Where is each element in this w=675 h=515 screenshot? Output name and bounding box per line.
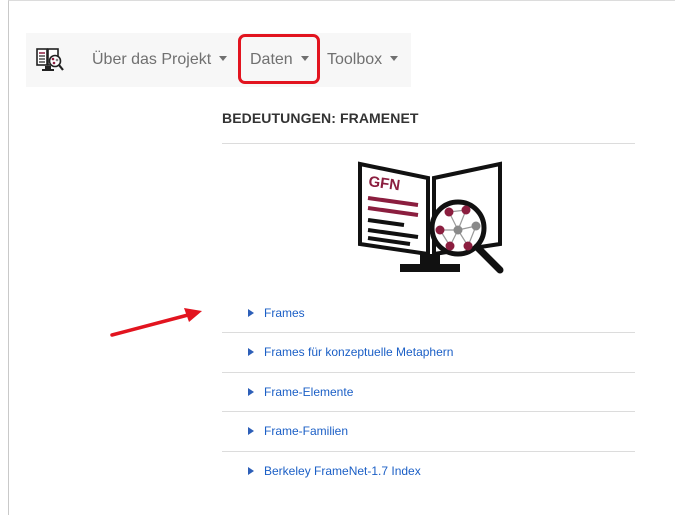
chevron-down-icon	[219, 56, 228, 61]
list-link-frames-metaphern[interactable]: Frames für konzeptuelle Metaphern	[264, 345, 453, 359]
caret-right-icon	[248, 348, 254, 356]
annotation-arrow-icon	[110, 308, 202, 337]
list-link-frames[interactable]: Frames	[264, 306, 305, 320]
list-link-frame-familien[interactable]: Frame-Familien	[264, 424, 348, 438]
list-link-frame-elemente[interactable]: Frame-Elemente	[264, 385, 353, 399]
highlight-annotation-box	[238, 34, 320, 84]
list-link-berkeley-index[interactable]: Berkeley FrameNet-1.7 Index	[264, 464, 421, 478]
caret-right-icon	[248, 467, 254, 475]
nav-item-ueber-das-projekt[interactable]: Über das Projekt	[92, 50, 228, 70]
divider	[222, 143, 635, 144]
navbar: Über das Projekt Daten Toolbox	[26, 33, 411, 87]
caret-right-icon	[248, 309, 254, 317]
site-logo-icon[interactable]	[36, 47, 64, 73]
list-item[interactable]: Berkeley FrameNet-1.7 Index	[222, 452, 635, 491]
gfn-logo-icon: GFN	[358, 161, 504, 274]
nav-item-toolbox[interactable]: Toolbox	[327, 50, 399, 70]
section-title: BEDEUTUNGEN: FRAMENET	[222, 110, 419, 126]
list-item[interactable]: Frames für konzeptuelle Metaphern	[222, 333, 635, 372]
list-item[interactable]: Frame-Elemente	[222, 373, 635, 412]
caret-right-icon	[248, 388, 254, 396]
nav-item-label: Über das Projekt	[92, 51, 212, 68]
list-item[interactable]: Frame-Familien	[222, 412, 635, 451]
caret-right-icon	[248, 427, 254, 435]
list-item[interactable]: Frames	[222, 294, 635, 333]
nav-item-label: Toolbox	[327, 51, 383, 68]
chevron-down-icon	[390, 56, 399, 61]
